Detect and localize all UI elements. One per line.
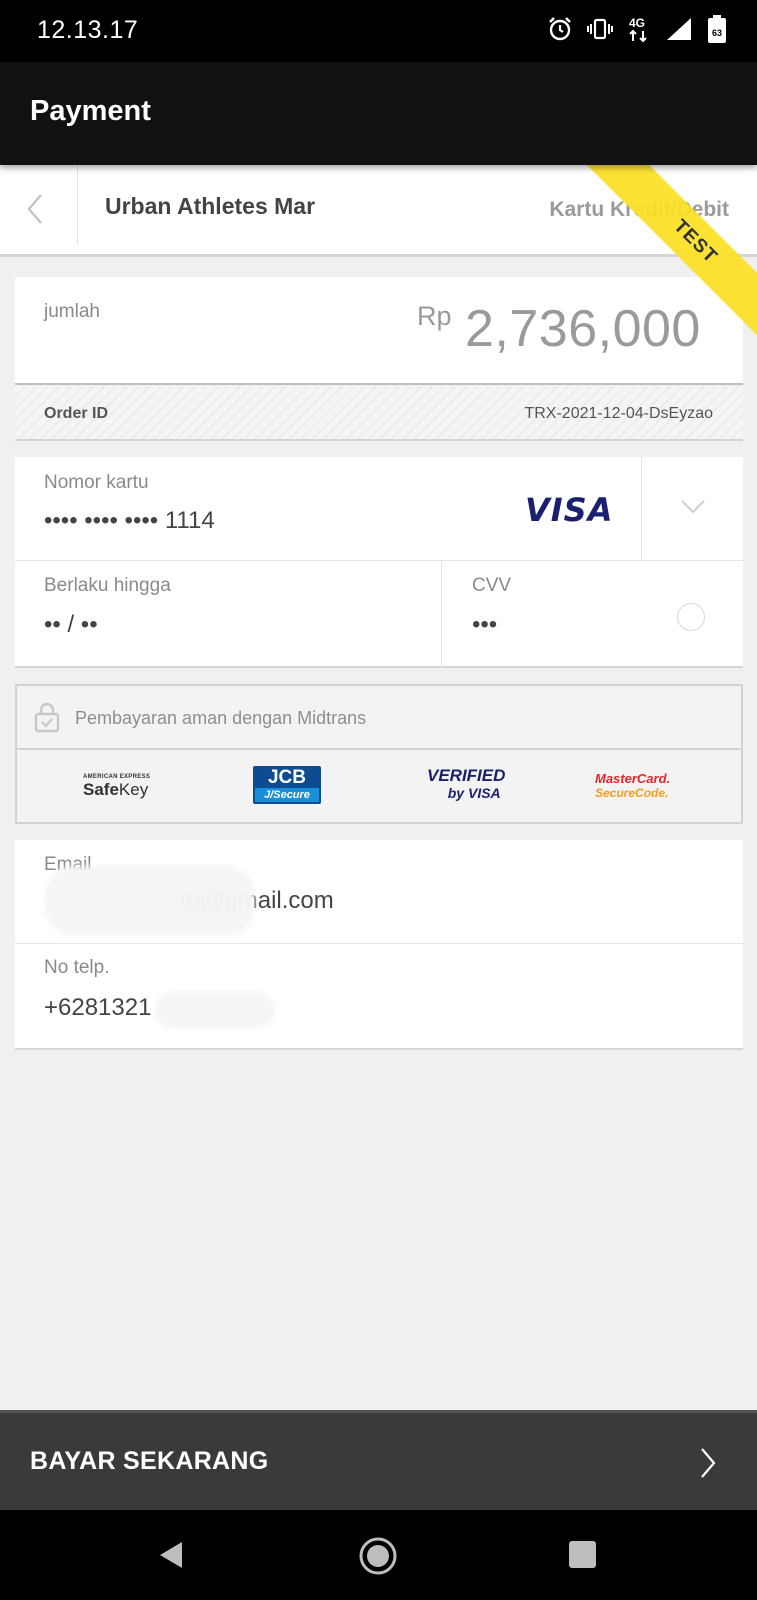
battery-level: 63 — [712, 28, 722, 38]
expiry-value: •• / •• — [44, 611, 98, 638]
chevron-down-icon — [681, 500, 705, 514]
status-time: 12.13.17 — [37, 16, 139, 44]
contact-card: Email to@gmail.com No telp. +6281321 — [15, 840, 743, 1050]
secure-payment-box: Pembayaran aman dengan Midtrans AMERICAN… — [15, 684, 743, 824]
verified-text: VERIFIED — [427, 766, 506, 785]
card-form: Nomor kartu •••• •••• •••• 1114 VISA Ber… — [15, 457, 743, 668]
amount-value: 2,736,000 — [465, 300, 701, 358]
alarm-icon — [549, 17, 571, 41]
chevron-left-icon — [27, 194, 42, 224]
status-icons: 4G 63 — [547, 14, 727, 44]
amount-card: jumlah Rp 2,736,000 — [15, 277, 743, 385]
saved-cards-dropdown[interactable] — [642, 457, 743, 560]
signal-icon — [667, 18, 691, 40]
amex-key-text: Key — [118, 780, 149, 799]
network-4g-icon: 4G — [629, 16, 647, 43]
cvv-value: ••• — [472, 611, 498, 638]
battery-icon: 63 — [708, 15, 726, 43]
payment-method-label: Kartu Kredit/Debit — [549, 198, 729, 221]
pay-now-button[interactable]: BAYAR SEKARANG — [0, 1410, 757, 1510]
amount-label: jumlah — [44, 301, 100, 322]
card-number-value: •••• •••• •••• 1114 — [44, 507, 215, 534]
expiry-label: Berlaku hingga — [44, 575, 171, 596]
expiry-field[interactable]: Berlaku hingga •• / •• — [15, 561, 441, 668]
app-bar: Payment — [0, 62, 757, 165]
secure-header: Pembayaran aman dengan Midtrans — [17, 686, 741, 750]
cvv-label: CVV — [472, 575, 512, 596]
jcb-jsecure-logo: JCB J/Secure — [253, 766, 321, 804]
order-id-row: Order ID TRX-2021-12-04-DsEyzao — [15, 387, 743, 441]
securecode-text: SecureCode. — [595, 786, 669, 800]
verified-by-visa-logo: VERIFIED by VISA — [427, 766, 505, 801]
email-field[interactable]: Email to@gmail.com — [15, 840, 743, 943]
order-id-value: TRX-2021-12-04-DsEyzao — [524, 405, 713, 422]
card-number-label: Nomor kartu — [44, 472, 149, 493]
merchant-name: Urban Athletes Mar — [105, 193, 316, 219]
nav-back-icon[interactable] — [158, 1540, 184, 1570]
status-bar: 12.13.17 4G 63 — [0, 0, 757, 62]
page-title: Payment — [30, 95, 151, 127]
vibrate-icon — [587, 18, 613, 40]
order-id-label: Order ID — [44, 405, 109, 422]
nav-recents-icon[interactable] — [569, 1541, 596, 1568]
mastercard-text: MasterCard. — [595, 771, 671, 786]
lock-icon — [34, 702, 60, 733]
visa-logo: VISA — [525, 491, 614, 529]
secure-text: Pembayaran aman dengan Midtrans — [75, 708, 367, 728]
network-label: 4G — [629, 16, 645, 30]
amex-safekey-logo: AMERICAN EXPRESS SafeKey — [83, 774, 150, 800]
phone-value: +6281321 — [44, 994, 152, 1021]
cvv-help-toggle[interactable] — [677, 603, 705, 631]
email-redaction — [45, 866, 255, 936]
jsecure-text: J/Secure — [255, 788, 319, 802]
mastercard-securecode-logo: MasterCard. SecureCode. — [595, 771, 671, 801]
chevron-right-icon — [701, 1448, 716, 1478]
phone-redaction — [155, 992, 275, 1028]
merchant-header: Urban Athletes Mar Kartu Kredit/Debit — [0, 165, 757, 257]
card-number-field[interactable]: Nomor kartu •••• •••• •••• 1114 VISA — [15, 457, 641, 560]
system-nav-bar — [0, 1510, 757, 1600]
phone-label: No telp. — [44, 957, 110, 978]
phone-field[interactable]: No telp. +6281321 — [15, 944, 743, 1050]
nav-home-icon[interactable] — [358, 1536, 398, 1576]
currency-label: Rp — [417, 301, 452, 331]
jcb-text: JCB — [267, 767, 306, 788]
amex-safe-text: Safe — [83, 780, 119, 799]
back-button[interactable] — [0, 165, 78, 245]
pay-now-label: BAYAR SEKARANG — [30, 1447, 269, 1475]
by-visa-text: by VISA — [447, 785, 501, 801]
